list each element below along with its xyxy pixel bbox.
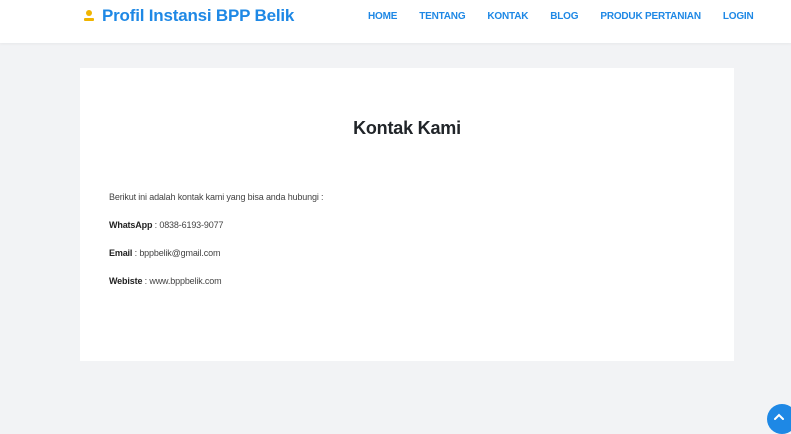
brand-title: Profil Instansi BPP Belik [102,6,295,25]
page-title: Kontak Kami [353,118,461,138]
contact-label: Email [109,248,133,258]
contact-value: : www.bppbelik.com [142,276,222,286]
nav-item-kontak[interactable]: KONTAK [487,11,528,22]
nav-item-login[interactable]: LOGIN [723,11,754,22]
contact-label: Webiste [109,276,143,286]
main-nav: HOME TENTANG KONTAK BLOG PRODUK PERTANIA… [368,11,754,22]
contact-email: Email : bppbelik@gmail.com [109,248,323,259]
nav-item-home[interactable]: HOME [368,11,397,22]
navbar: Profil Instansi BPP Belik HOME TENTANG K… [0,0,791,43]
contact-whatsapp: WhatsApp : 0838-6193-9077 [109,220,323,231]
nav-item-produk-pertanian[interactable]: PRODUK PERTANIAN [600,11,701,22]
contact-value: : bppbelik@gmail.com [132,248,221,258]
nav-item-tentang[interactable]: TENTANG [419,11,465,22]
nav-item-blog[interactable]: BLOG [550,11,578,22]
contact-card: Kontak Kami Berikut ini adalah kontak ka… [80,68,734,361]
contact-content: Berikut ini adalah kontak kami yang bisa… [109,192,324,304]
person-icon [84,10,94,21]
contact-website: Webiste : www.bppbelik.com [109,276,323,287]
brand-link[interactable]: Profil Instansi BPP Belik [84,6,294,26]
contact-label: WhatsApp [109,220,153,230]
contact-value: : 0838-6193-9077 [152,220,224,230]
contact-intro: Berikut ini adalah kontak kami yang bisa… [109,192,324,202]
chevron-up-icon [774,413,784,420]
